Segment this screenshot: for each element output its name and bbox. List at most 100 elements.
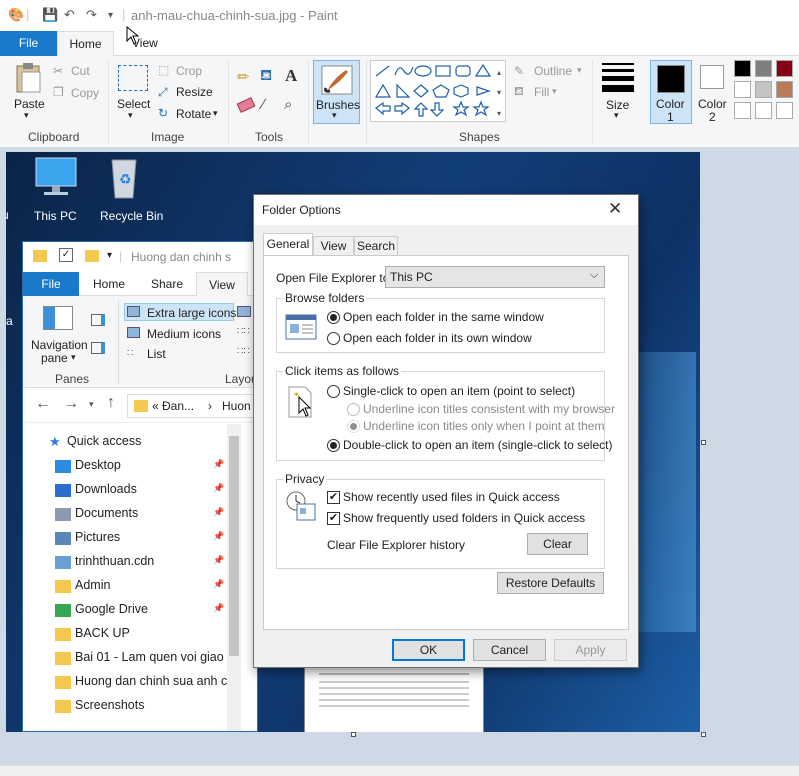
chevron-down-icon[interactable]: ▾ [128, 110, 133, 121]
own-window-label[interactable]: Open each folder in its own window [343, 331, 532, 345]
double-click-radio[interactable] [327, 439, 340, 452]
shapes-gallery[interactable]: ▴ ▾ ▾ [370, 60, 506, 122]
scrollbar-thumb[interactable] [229, 436, 239, 656]
palette-swatch[interactable] [776, 102, 793, 119]
resize-handle[interactable] [701, 732, 706, 737]
details-pane-icon[interactable] [91, 342, 105, 354]
desktop-icon-label[interactable]: This PC [34, 209, 77, 223]
same-window-radio[interactable] [327, 311, 340, 324]
frequent-folders-label[interactable]: Show frequently used folders in Quick ac… [343, 511, 585, 525]
color-picker-icon[interactable]: ∕ [262, 96, 265, 113]
recent-files-checkbox[interactable]: ✔ [327, 491, 340, 504]
redo-icon[interactable]: ↷ [86, 7, 97, 23]
fill-button[interactable]: Fill [534, 85, 549, 99]
double-click-label[interactable]: Double-click to open an item (single-cli… [343, 438, 612, 452]
cut-button[interactable]: Cut [71, 64, 90, 78]
tab-home[interactable]: Home [57, 31, 114, 57]
own-window-radio[interactable] [327, 332, 340, 345]
up-arrow-icon[interactable]: ↑ [107, 394, 115, 412]
pin-icon[interactable]: 📌 [213, 507, 224, 518]
resize-handle[interactable] [701, 440, 706, 445]
save-icon[interactable]: 💾 [42, 7, 58, 23]
scrollbar[interactable] [227, 424, 241, 731]
eraser-icon[interactable] [236, 97, 256, 113]
recent-files-label[interactable]: Show recently used files in Quick access [343, 490, 560, 504]
explorer-tab-home[interactable]: Home [93, 277, 125, 291]
back-arrow-icon[interactable]: ← [35, 395, 51, 413]
chevron-down-icon[interactable]: ▾ [89, 399, 94, 410]
forward-arrow-icon[interactable]: → [63, 395, 79, 413]
tab-view[interactable]: View [313, 236, 354, 256]
new-folder-icon[interactable] [85, 250, 99, 262]
palette-swatch[interactable] [776, 81, 793, 98]
rotate-button[interactable]: Rotate [176, 107, 211, 121]
chevron-down-icon[interactable]: ▾ [107, 250, 112, 261]
tree-item[interactable]: BACK UP [75, 626, 130, 640]
details-icon[interactable]: ∷∷ [237, 346, 250, 357]
pin-icon[interactable]: 📌 [213, 483, 224, 494]
open-explorer-select[interactable]: This PC ⌵ [385, 266, 605, 288]
magnifier-icon[interactable]: ⌕ [284, 96, 292, 113]
tiles-icon[interactable]: ∷∷ [237, 326, 250, 337]
color2-button[interactable] [700, 65, 724, 89]
tab-file[interactable]: File [0, 31, 57, 56]
layout-list[interactable]: List [147, 347, 166, 361]
pin-icon[interactable]: 📌 [213, 555, 224, 566]
explorer-tab-share[interactable]: Share [151, 277, 183, 291]
address-segment[interactable]: « Đan... [152, 399, 194, 413]
undo-icon[interactable]: ↶ [64, 7, 75, 23]
chevron-down-icon[interactable]: ▾ [71, 352, 76, 363]
tree-item[interactable]: Google Drive [75, 602, 148, 616]
pin-icon[interactable]: 📌 [213, 603, 224, 614]
apply-button[interactable]: Apply [554, 639, 627, 661]
resize-handle[interactable] [351, 732, 356, 737]
text-tool-icon[interactable]: A [285, 66, 297, 86]
tree-item[interactable]: Documents [75, 506, 138, 520]
palette-swatch[interactable] [734, 81, 751, 98]
address-bar[interactable]: « Đan... › Huon [127, 394, 257, 418]
tree-item[interactable]: trinhthuan.cdn [75, 554, 154, 568]
pin-icon[interactable]: 📌 [213, 579, 224, 590]
palette-swatch[interactable] [755, 60, 772, 77]
customize-quick-access-icon[interactable]: ▾ [108, 10, 113, 21]
recycle-bin-icon[interactable]: ♻ [106, 154, 142, 200]
clear-button[interactable]: Clear [527, 533, 588, 555]
tree-item[interactable]: Admin [75, 578, 110, 592]
pin-icon[interactable]: 📌 [213, 531, 224, 542]
tree-item[interactable]: Huong dan chinh sua anh cc [75, 674, 233, 688]
same-window-label[interactable]: Open each folder in the same window [343, 310, 544, 324]
single-click-radio[interactable] [327, 385, 340, 398]
tree-item[interactable]: Screenshots [75, 698, 144, 712]
palette-swatch[interactable] [755, 102, 772, 119]
select-button[interactable]: Select [117, 97, 150, 111]
outline-button[interactable]: Outline [534, 64, 572, 78]
chevron-down-icon[interactable]: ▾ [24, 110, 29, 121]
address-segment[interactable]: Huon [222, 399, 251, 413]
resize-button[interactable]: Resize [176, 85, 213, 99]
single-click-label[interactable]: Single-click to open an item (point to s… [343, 384, 575, 398]
tree-item[interactable]: Quick access [67, 434, 141, 448]
tree-item[interactable]: Pictures [75, 530, 120, 544]
pin-icon[interactable]: 📌 [213, 459, 224, 470]
navigation-pane-button[interactable]: Navigation [31, 338, 88, 352]
small-icons-icon[interactable] [237, 306, 251, 317]
close-icon[interactable]: ✕ [608, 199, 622, 219]
tree-item[interactable]: Desktop [75, 458, 121, 472]
tree-item[interactable]: Downloads [75, 482, 137, 496]
paste-button[interactable]: Paste [14, 97, 45, 111]
explorer-tab-view[interactable]: View [196, 272, 248, 297]
crop-button[interactable]: Crop [176, 64, 202, 78]
restore-defaults-button[interactable]: Restore Defaults [497, 572, 604, 594]
preview-pane-icon[interactable] [91, 314, 105, 326]
tree-item[interactable]: Bai 01 - Lam quen voi giao d [75, 650, 234, 664]
palette-swatch[interactable] [734, 102, 751, 119]
frequent-folders-checkbox[interactable]: ✔ [327, 512, 340, 525]
copy-button[interactable]: Copy [71, 86, 99, 100]
palette-swatch[interactable] [755, 81, 772, 98]
chevron-down-icon[interactable]: ▾ [614, 110, 619, 121]
properties-icon[interactable]: ✓ [59, 248, 73, 262]
layout-medium-icons[interactable]: Medium icons [147, 327, 221, 341]
tab-general[interactable]: General [263, 233, 313, 256]
computer-icon[interactable] [32, 156, 80, 200]
chevron-down-icon[interactable]: ▾ [213, 108, 218, 119]
